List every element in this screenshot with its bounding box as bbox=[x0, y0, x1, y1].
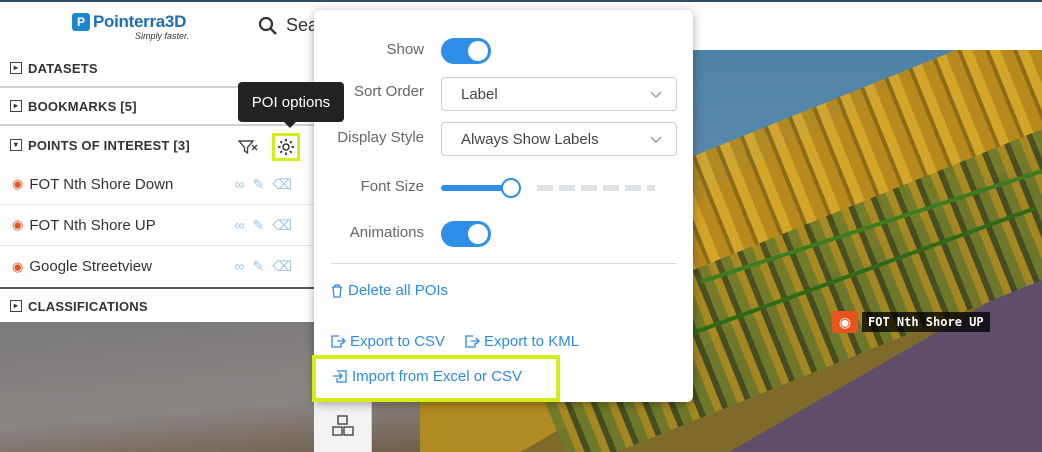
show-toggle[interactable] bbox=[441, 38, 491, 64]
trash-icon bbox=[332, 284, 342, 298]
import-highlight-box bbox=[312, 355, 560, 402]
brand-logo[interactable]: P Pointerra3D Simply faster. bbox=[72, 12, 189, 41]
camera-icon: ◉ bbox=[832, 311, 858, 333]
poi-item-label: Google Streetview bbox=[29, 258, 152, 275]
filter-icon[interactable] bbox=[238, 139, 258, 155]
cubes-icon bbox=[331, 415, 354, 436]
poi-options-tooltip: POI options bbox=[238, 82, 344, 128]
section-poi-label: POINTS OF INTEREST [3] bbox=[28, 137, 190, 153]
poi-item-tools: ∞ ✎ ⌫ bbox=[234, 176, 292, 193]
poi-item-tools: ∞ ✎ ⌫ bbox=[234, 217, 292, 234]
section-classifications-label: CLASSIFICATIONS bbox=[28, 298, 148, 314]
trash-icon[interactable]: ⌫ bbox=[272, 176, 292, 193]
section-points-of-interest[interactable]: ▾ POINTS OF INTEREST [3] bbox=[0, 126, 314, 164]
animations-toggle[interactable] bbox=[441, 221, 491, 247]
export-icon bbox=[331, 335, 346, 348]
camera-icon: ◉ bbox=[12, 176, 24, 191]
font-size-label: Font Size bbox=[360, 178, 424, 195]
poi-item-label: FOT Nth Shore Down bbox=[29, 175, 174, 193]
edit-icon[interactable]: ✎ bbox=[252, 176, 264, 193]
poi-item-tools: ∞ ✎ ⌫ bbox=[234, 258, 292, 275]
delete-all-pois-label: Delete all POIs bbox=[348, 282, 449, 299]
sort-order-value: Label bbox=[461, 85, 498, 103]
display-style-select[interactable]: Always Show Labels bbox=[441, 122, 677, 156]
trash-icon[interactable]: ⌫ bbox=[272, 258, 292, 275]
section-datasets-label: DATASETS bbox=[28, 60, 98, 76]
export-csv-link[interactable]: Export to CSV bbox=[330, 333, 445, 350]
brand-name: Pointerra3D bbox=[93, 12, 187, 31]
expand-icon: ▸ bbox=[10, 62, 22, 74]
poi-marker[interactable]: ◉ FOT Nth Shore UP bbox=[832, 309, 990, 335]
sort-order-select[interactable]: Label bbox=[441, 77, 677, 111]
expand-icon: ▸ bbox=[10, 100, 22, 112]
poi-marker-label: FOT Nth Shore UP bbox=[862, 312, 990, 332]
collapse-icon: ▾ bbox=[10, 139, 22, 151]
poi-options-button[interactable] bbox=[272, 133, 300, 161]
animations-label: Animations bbox=[349, 224, 424, 241]
link-icon[interactable]: ∞ bbox=[234, 258, 244, 275]
tooltip-text: POI options bbox=[251, 93, 331, 111]
expand-icon: ▸ bbox=[10, 300, 22, 312]
camera-icon: ◉ bbox=[12, 217, 24, 232]
pointerra-logo-icon: P bbox=[72, 13, 90, 31]
edit-icon[interactable]: ✎ bbox=[252, 258, 264, 275]
display-style-label: Display Style bbox=[337, 129, 424, 146]
export-kml-label: Export to KML bbox=[484, 333, 580, 350]
divider bbox=[330, 263, 677, 264]
section-bookmarks-label: BOOKMARKS [5] bbox=[28, 98, 137, 114]
chevron-down-icon bbox=[650, 91, 662, 98]
camera-icon: ◉ bbox=[12, 258, 24, 274]
slider-track bbox=[537, 185, 655, 191]
slider-handle[interactable] bbox=[501, 178, 521, 198]
section-classifications[interactable]: ▸ CLASSIFICATIONS bbox=[0, 287, 314, 323]
poi-tools bbox=[238, 133, 300, 161]
gear-icon bbox=[278, 139, 294, 155]
show-label: Show bbox=[386, 41, 424, 58]
app-root: ◉ FOT Nth Shore UP P Pointerra3D Simply … bbox=[0, 0, 1042, 452]
display-style-value: Always Show Labels bbox=[461, 130, 599, 148]
brand-tagline: Simply faster. bbox=[135, 31, 190, 41]
sort-order-label: Sort Order bbox=[353, 83, 424, 100]
poi-item-label: FOT Nth Shore UP bbox=[29, 216, 156, 234]
poi-list-item[interactable]: ◉ FOT Nth Shore UP ∞ ✎ ⌫ bbox=[0, 205, 314, 246]
font-size-slider[interactable] bbox=[441, 178, 655, 198]
export-kml-link[interactable]: Export to KML bbox=[464, 333, 579, 350]
link-icon[interactable]: ∞ bbox=[234, 176, 244, 193]
export-icon bbox=[465, 335, 480, 348]
poi-list-item[interactable]: ◉ FOT Nth Shore Down ∞ ✎ ⌫ bbox=[0, 164, 314, 205]
layers-tool[interactable] bbox=[314, 400, 372, 452]
export-csv-label: Export to CSV bbox=[350, 333, 446, 350]
search-bar[interactable]: Sea bbox=[258, 15, 318, 36]
delete-all-pois-link[interactable]: Delete all POIs bbox=[330, 282, 448, 299]
chevron-down-icon bbox=[650, 136, 662, 143]
poi-list-item[interactable]: ◉ Google Streetview ∞ ✎ ⌫ bbox=[0, 246, 314, 287]
poi-options-panel: Show Sort Order Label Display Style Alwa… bbox=[314, 10, 693, 402]
link-icon[interactable]: ∞ bbox=[234, 217, 244, 234]
search-icon bbox=[258, 16, 277, 35]
edit-icon[interactable]: ✎ bbox=[252, 217, 264, 234]
trash-icon[interactable]: ⌫ bbox=[272, 217, 292, 234]
